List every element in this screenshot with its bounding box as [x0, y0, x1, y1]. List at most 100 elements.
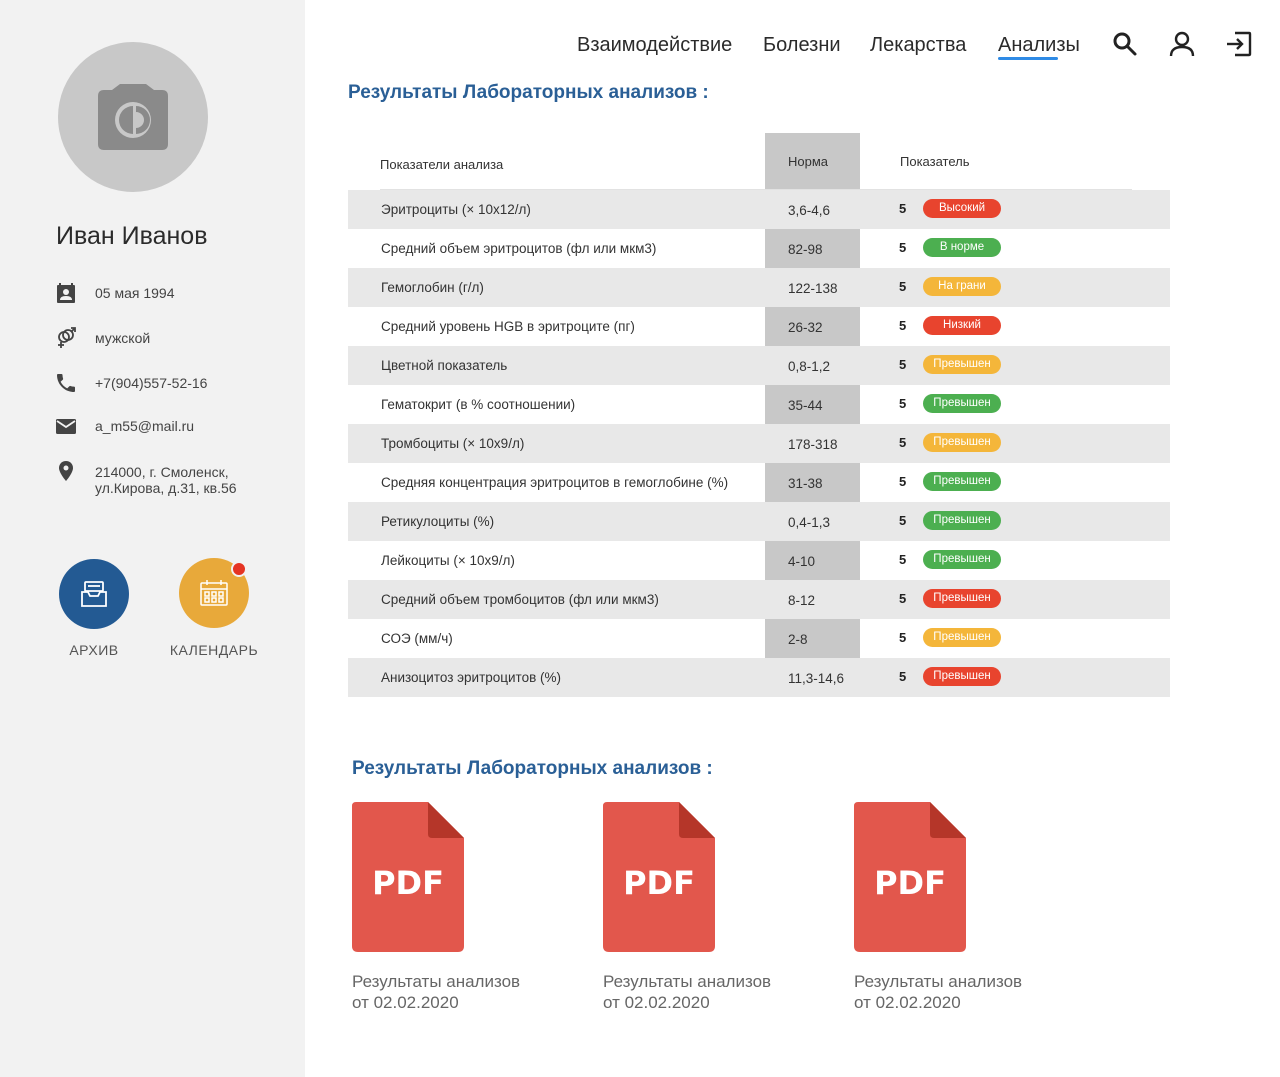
- nav-interaction[interactable]: Взаимодействие: [577, 34, 732, 57]
- avatar[interactable]: [58, 42, 208, 192]
- pdf-icon[interactable]: PDF: [352, 802, 464, 952]
- status-badge: Превышен: [923, 550, 1001, 569]
- user-name: Иван Иванов: [56, 222, 208, 250]
- table-row[interactable]: Анизоцитоз эритроцитов (%) 11,3-14,6 5 Прев…: [348, 658, 1170, 697]
- email-row: a_m55@mail.ru: [54, 414, 194, 438]
- archive-button[interactable]: [59, 559, 129, 629]
- analysis-value: 5: [899, 474, 907, 489]
- pdf-caption-line2: от 02.02.2020: [352, 993, 459, 1012]
- status-badge: Превышен: [923, 394, 1001, 413]
- camera-icon: [98, 84, 168, 150]
- archive-icon: [81, 581, 107, 607]
- nav-analyses[interactable]: Анализы: [998, 34, 1080, 57]
- analysis-value: 5: [899, 279, 907, 294]
- analysis-value: 5: [899, 396, 907, 411]
- pdf-badge-text: PDF: [372, 864, 444, 902]
- analysis-norm: 3,6-4,6: [788, 203, 831, 218]
- analysis-name: Средний объем тромбоцитов (фл или мкм3): [381, 592, 659, 607]
- phone-icon: [57, 374, 75, 392]
- nav-active-indicator: [998, 57, 1058, 60]
- location-icon: [59, 461, 73, 481]
- analysis-norm: 11,3-14,6: [788, 671, 845, 686]
- analysis-name: Лейкоциты (× 10x9/л): [381, 553, 515, 568]
- analysis-name: Анизоцитоз эритроцитов (%): [381, 670, 562, 685]
- analysis-norm: 0,8-1,2: [788, 359, 831, 374]
- gender: мужской: [95, 330, 151, 346]
- analysis-norm: 4-10: [788, 554, 816, 569]
- analysis-name: Ретикулоциты (%): [381, 514, 495, 529]
- table-row[interactable]: Средний объем тромбоцитов (фл или мкм3) 8…: [348, 580, 1170, 619]
- pdf-caption[interactable]: Результаты анализов от 02.02.2020: [603, 971, 771, 1013]
- analysis-norm: 35-44: [788, 398, 823, 413]
- address-line2: ул.Кирова, д.31, кв.56: [95, 480, 237, 496]
- analysis-norm: 8-12: [788, 593, 816, 608]
- status-badge: Превышен: [923, 628, 1001, 647]
- table-row[interactable]: Гемоглобин (г/л) 122-138 5 На грани: [348, 268, 1170, 307]
- analysis-value: 5: [899, 357, 907, 372]
- table-row[interactable]: Средняя концентрация эритроцитов в гемог…: [348, 463, 1170, 502]
- analysis-name: Цветной показатель: [381, 358, 508, 373]
- nav-diseases[interactable]: Болезни: [763, 34, 841, 57]
- address: 214000, г. Смоленск, ул.Кирова, д.31, кв…: [95, 464, 237, 496]
- calendar-label: КАЛЕНДАРЬ: [169, 642, 259, 658]
- lab-results-title: Результаты Лабораторных анализов :: [348, 82, 709, 103]
- analysis-norm: 178-318: [788, 437, 838, 452]
- archive-label: АРХИВ: [69, 642, 119, 658]
- status-badge: Превышен: [923, 511, 1001, 530]
- status-badge: Превышен: [923, 355, 1001, 374]
- pdf-badge-text: PDF: [874, 864, 946, 902]
- analysis-value: 5: [899, 201, 907, 216]
- pdf-caption-line2: от 02.02.2020: [854, 993, 961, 1012]
- table-row[interactable]: СОЭ (мм/ч) 2-8 5 Превышен: [348, 619, 1170, 658]
- phone: +7(904)557-52-16: [95, 375, 208, 391]
- phone-row: +7(904)557-52-16: [54, 371, 207, 395]
- calendar-contact-icon: [57, 283, 75, 303]
- search-icon[interactable]: [1111, 30, 1139, 58]
- logout-icon[interactable]: [1225, 30, 1253, 58]
- analysis-value: 5: [899, 435, 907, 450]
- pdf-caption-line1: Результаты анализов: [352, 972, 521, 991]
- notification-badge: [231, 561, 247, 577]
- table-row[interactable]: Цветной показатель 0,8-1,2 5 Превышен: [348, 346, 1170, 385]
- status-badge: На грани: [923, 277, 1001, 296]
- analysis-norm: 26-32: [788, 320, 823, 335]
- pdf-caption[interactable]: Результаты анализов от 02.02.2020: [352, 971, 520, 1013]
- table-row[interactable]: Эритроциты (× 10x12/л) 3,6-4,6 5 Высокий: [348, 190, 1170, 229]
- analysis-value: 5: [899, 591, 907, 606]
- table-row[interactable]: Ретикулоциты (%) 0,4-1,3 5 Превышен: [348, 502, 1170, 541]
- header-name: Показатели анализа: [380, 157, 504, 172]
- table-row[interactable]: Лейкоциты (× 10x9/л) 4-10 5 Превышен: [348, 541, 1170, 580]
- analysis-value: 5: [899, 630, 907, 645]
- table-row[interactable]: Гематокрит (в % соотношении) 35-44 5 Превыш…: [348, 385, 1170, 424]
- analysis-norm: 122-138: [788, 281, 838, 296]
- mail-icon: [56, 419, 76, 434]
- analysis-norm: 31-38: [788, 476, 823, 491]
- pdf-icon[interactable]: PDF: [854, 802, 966, 952]
- analysis-value: 5: [899, 513, 907, 528]
- email: a_m55@mail.ru: [95, 418, 195, 434]
- analysis-name: Тромбоциты (× 10x9/л): [381, 436, 525, 451]
- table-row[interactable]: Тромбоциты (× 10x9/л) 178-318 5 Превышен: [348, 424, 1170, 463]
- nav-medicines[interactable]: Лекарства: [870, 34, 966, 57]
- pdf-badge-text: PDF: [623, 864, 695, 902]
- status-badge: Превышен: [923, 472, 1001, 491]
- table-row[interactable]: Средний объем эритроцитов (фл или мкм3) 8…: [348, 229, 1170, 268]
- birthdate-row: 05 мая 1994: [54, 281, 175, 305]
- table-row[interactable]: Средний уровень HGB в эритроците (пг) 26-…: [348, 307, 1170, 346]
- gender-icon: [58, 327, 76, 348]
- address-row: 214000, г. Смоленск, ул.Кирова, д.31, кв…: [54, 459, 237, 496]
- header-value: Показатель: [900, 154, 970, 169]
- pdf-caption[interactable]: Результаты анализов от 02.02.2020: [854, 971, 1022, 1013]
- analysis-value: 5: [899, 669, 907, 684]
- status-badge: Превышен: [923, 589, 1001, 608]
- user-icon[interactable]: [1168, 30, 1196, 58]
- analysis-name: Средняя концентрация эритроцитов в гемог…: [381, 475, 729, 490]
- analysis-value: 5: [899, 318, 907, 333]
- calendar-icon: [200, 580, 228, 606]
- analysis-name: Средний уровень HGB в эритроците (пг): [381, 319, 635, 334]
- analysis-name: СОЭ (мм/ч): [381, 631, 453, 646]
- analysis-norm: 82-98: [788, 242, 823, 257]
- pdf-icon[interactable]: PDF: [603, 802, 715, 952]
- status-badge: Высокий: [923, 199, 1001, 218]
- birthdate: 05 мая 1994: [95, 285, 175, 301]
